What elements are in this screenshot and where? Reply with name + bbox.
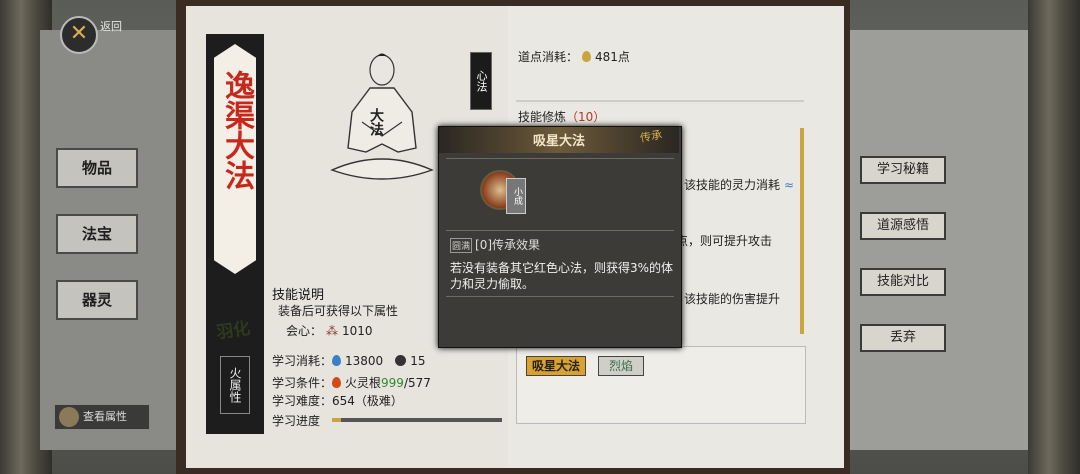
dao-points-value: 481点: [595, 50, 630, 64]
cost-water-value: 13800: [345, 354, 384, 368]
skill-training-row: 技能修炼（10）: [518, 108, 605, 125]
inheritance-effect-row: 圆满 [0]传承效果: [450, 236, 540, 253]
wave-icon: ≈: [784, 178, 795, 192]
skill-training-label: 技能修炼: [518, 110, 567, 124]
training-line-3: 该技能的伤害提升: [684, 292, 781, 306]
tab-xixing-dafa[interactable]: 吸星大法: [526, 356, 586, 376]
difficulty-label: 学习难度：: [272, 394, 333, 408]
character-avatar-icon: [59, 407, 79, 427]
fire-icon: [332, 377, 342, 388]
inheritance-effect-title: [0]传承效果: [475, 238, 541, 252]
nav-item-treasure[interactable]: 法宝: [56, 214, 138, 254]
crit-stat-label: 会心：: [286, 324, 323, 338]
perfection-badge-icon: 圆满: [450, 238, 473, 253]
learn-cost-row: 学习消耗： 13800 15: [272, 352, 425, 369]
attribute-tag: 火属性: [220, 356, 250, 414]
close-x-icon[interactable]: ✕: [60, 16, 98, 54]
element-seal: 羽化: [215, 318, 252, 344]
learn-manual-button[interactable]: 学习秘籍: [860, 156, 946, 184]
cost-stone-value: 15: [410, 354, 426, 368]
difficulty-row: 学习难度：654（极难）: [272, 392, 403, 409]
tooltip-divider: [446, 296, 674, 297]
dao-insight-button[interactable]: 道源感悟: [860, 212, 946, 240]
view-attributes-button[interactable]: 查看属性: [54, 404, 150, 430]
discard-button[interactable]: 丢弃: [860, 324, 946, 352]
dao-points-label: 道点消耗：: [518, 50, 579, 64]
learn-progress-bar: [332, 418, 502, 422]
skill-book-title: 逸渠大法: [219, 70, 254, 190]
water-drop-icon: [332, 355, 342, 366]
right-background-panel: [848, 30, 1028, 450]
nav-item-items[interactable]: 物品: [56, 148, 138, 188]
learn-requirement-label: 学习条件：: [272, 376, 333, 390]
skill-grade-badge: 小成: [506, 178, 526, 214]
compare-skill-button[interactable]: 技能对比: [860, 268, 946, 296]
skill-description-heading: 技能说明: [272, 288, 325, 303]
learn-requirement-row: 学习条件： 火灵根999/577: [272, 374, 431, 391]
training-line-1-text: 该技能的灵力消耗: [684, 178, 781, 192]
dao-point-icon: [582, 51, 592, 62]
requirement-name: 火灵根: [345, 376, 382, 390]
crit-stat-value: 1010: [342, 324, 373, 338]
view-attributes-label: 查看属性: [83, 410, 127, 423]
learn-cost-label: 学习消耗：: [272, 354, 333, 368]
progress-label: 学习进度: [272, 414, 321, 428]
tooltip-divider: [446, 230, 674, 231]
right-pillar: [1028, 0, 1080, 474]
skill-type-badge: 心法: [470, 52, 492, 110]
skill-description-text: 装备后可获得以下属性: [278, 304, 399, 318]
requirement-current: 999: [381, 376, 404, 390]
crit-icon: ⁂: [326, 324, 339, 338]
training-line-2: 点，则可提升攻击: [676, 234, 773, 248]
requirement-needed: /577: [403, 376, 431, 390]
back-label: 返回: [100, 20, 122, 33]
divider: [516, 100, 804, 102]
tab-lieyan[interactable]: 烈焰: [598, 356, 644, 376]
skill-training-level: （10）: [566, 110, 606, 124]
figure-label: 大法: [368, 108, 384, 136]
training-line-1: 该技能的灵力消耗 ≈: [684, 176, 794, 193]
tooltip-divider: [446, 158, 674, 159]
crit-stat-row: 会心： ⁂ 1010: [286, 322, 373, 339]
inheritance-effect-description: 若没有装备其它红色心法，则获得3%的体力和灵力偷取。: [450, 261, 674, 291]
nav-item-spirit[interactable]: 器灵: [56, 280, 138, 320]
dao-points-row: 道点消耗： 481点: [518, 48, 630, 65]
spirit-stone-icon: [395, 355, 407, 366]
training-scrollbar[interactable]: [800, 128, 804, 334]
learn-progress-fill: [332, 418, 341, 422]
difficulty-value: 654（极难）: [332, 394, 403, 408]
